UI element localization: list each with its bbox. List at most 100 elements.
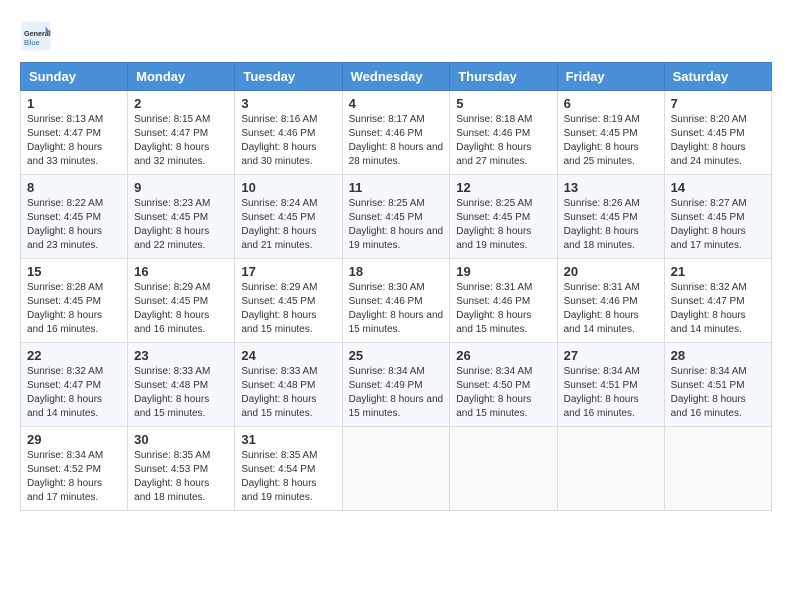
calendar-cell [664, 427, 771, 511]
day-number: 12 [456, 180, 550, 195]
calendar-cell: 28 Sunrise: 8:34 AM Sunset: 4:51 PM Dayl… [664, 343, 771, 427]
day-number: 10 [241, 180, 335, 195]
calendar-cell: 27 Sunrise: 8:34 AM Sunset: 4:51 PM Dayl… [557, 343, 664, 427]
day-number: 4 [349, 96, 444, 111]
day-number: 2 [134, 96, 228, 111]
day-info: Sunrise: 8:34 AM Sunset: 4:52 PM Dayligh… [27, 449, 121, 505]
day-number: 15 [27, 264, 121, 279]
day-number: 9 [134, 180, 228, 195]
calendar-cell: 9 Sunrise: 8:23 AM Sunset: 4:45 PM Dayli… [128, 175, 235, 259]
calendar-cell: 1 Sunrise: 8:13 AM Sunset: 4:47 PM Dayli… [21, 91, 128, 175]
day-info: Sunrise: 8:31 AM Sunset: 4:46 PM Dayligh… [456, 281, 550, 337]
day-info: Sunrise: 8:35 AM Sunset: 4:54 PM Dayligh… [241, 449, 335, 505]
calendar-week-1: 1 Sunrise: 8:13 AM Sunset: 4:47 PM Dayli… [21, 91, 772, 175]
day-info: Sunrise: 8:25 AM Sunset: 4:45 PM Dayligh… [349, 197, 444, 253]
day-number: 22 [27, 348, 121, 363]
calendar-cell [450, 427, 557, 511]
day-info: Sunrise: 8:34 AM Sunset: 4:51 PM Dayligh… [564, 365, 658, 421]
calendar: SundayMondayTuesdayWednesdayThursdayFrid… [20, 62, 772, 511]
day-number: 25 [349, 348, 444, 363]
calendar-cell: 10 Sunrise: 8:24 AM Sunset: 4:45 PM Dayl… [235, 175, 342, 259]
calendar-cell: 29 Sunrise: 8:34 AM Sunset: 4:52 PM Dayl… [21, 427, 128, 511]
day-info: Sunrise: 8:26 AM Sunset: 4:45 PM Dayligh… [564, 197, 658, 253]
day-info: Sunrise: 8:34 AM Sunset: 4:51 PM Dayligh… [671, 365, 765, 421]
calendar-cell: 25 Sunrise: 8:34 AM Sunset: 4:49 PM Dayl… [342, 343, 450, 427]
day-info: Sunrise: 8:23 AM Sunset: 4:45 PM Dayligh… [134, 197, 228, 253]
day-info: Sunrise: 8:29 AM Sunset: 4:45 PM Dayligh… [241, 281, 335, 337]
day-info: Sunrise: 8:25 AM Sunset: 4:45 PM Dayligh… [456, 197, 550, 253]
day-number: 24 [241, 348, 335, 363]
day-number: 16 [134, 264, 228, 279]
calendar-cell: 22 Sunrise: 8:32 AM Sunset: 4:47 PM Dayl… [21, 343, 128, 427]
calendar-header-row: SundayMondayTuesdayWednesdayThursdayFrid… [21, 63, 772, 91]
day-info: Sunrise: 8:34 AM Sunset: 4:49 PM Dayligh… [349, 365, 444, 421]
calendar-cell: 5 Sunrise: 8:18 AM Sunset: 4:46 PM Dayli… [450, 91, 557, 175]
header-tuesday: Tuesday [235, 63, 342, 91]
day-info: Sunrise: 8:20 AM Sunset: 4:45 PM Dayligh… [671, 113, 765, 169]
header-sunday: Sunday [21, 63, 128, 91]
day-info: Sunrise: 8:19 AM Sunset: 4:45 PM Dayligh… [564, 113, 658, 169]
day-info: Sunrise: 8:15 AM Sunset: 4:47 PM Dayligh… [134, 113, 228, 169]
calendar-cell [557, 427, 664, 511]
day-number: 30 [134, 432, 228, 447]
day-number: 11 [349, 180, 444, 195]
day-number: 28 [671, 348, 765, 363]
header-friday: Friday [557, 63, 664, 91]
calendar-cell: 31 Sunrise: 8:35 AM Sunset: 4:54 PM Dayl… [235, 427, 342, 511]
day-info: Sunrise: 8:29 AM Sunset: 4:45 PM Dayligh… [134, 281, 228, 337]
calendar-cell: 4 Sunrise: 8:17 AM Sunset: 4:46 PM Dayli… [342, 91, 450, 175]
day-info: Sunrise: 8:32 AM Sunset: 4:47 PM Dayligh… [671, 281, 765, 337]
svg-text:Blue: Blue [24, 38, 40, 47]
day-number: 27 [564, 348, 658, 363]
day-info: Sunrise: 8:33 AM Sunset: 4:48 PM Dayligh… [241, 365, 335, 421]
day-number: 17 [241, 264, 335, 279]
day-info: Sunrise: 8:32 AM Sunset: 4:47 PM Dayligh… [27, 365, 121, 421]
day-info: Sunrise: 8:34 AM Sunset: 4:50 PM Dayligh… [456, 365, 550, 421]
day-info: Sunrise: 8:33 AM Sunset: 4:48 PM Dayligh… [134, 365, 228, 421]
day-info: Sunrise: 8:28 AM Sunset: 4:45 PM Dayligh… [27, 281, 121, 337]
day-number: 26 [456, 348, 550, 363]
day-number: 8 [27, 180, 121, 195]
header-monday: Monday [128, 63, 235, 91]
calendar-cell: 12 Sunrise: 8:25 AM Sunset: 4:45 PM Dayl… [450, 175, 557, 259]
calendar-cell: 16 Sunrise: 8:29 AM Sunset: 4:45 PM Dayl… [128, 259, 235, 343]
day-number: 3 [241, 96, 335, 111]
calendar-cell: 13 Sunrise: 8:26 AM Sunset: 4:45 PM Dayl… [557, 175, 664, 259]
day-info: Sunrise: 8:13 AM Sunset: 4:47 PM Dayligh… [27, 113, 121, 169]
day-number: 18 [349, 264, 444, 279]
calendar-week-3: 15 Sunrise: 8:28 AM Sunset: 4:45 PM Dayl… [21, 259, 772, 343]
calendar-cell: 7 Sunrise: 8:20 AM Sunset: 4:45 PM Dayli… [664, 91, 771, 175]
header: General Blue [20, 20, 772, 52]
calendar-cell: 3 Sunrise: 8:16 AM Sunset: 4:46 PM Dayli… [235, 91, 342, 175]
calendar-week-4: 22 Sunrise: 8:32 AM Sunset: 4:47 PM Dayl… [21, 343, 772, 427]
day-number: 21 [671, 264, 765, 279]
calendar-cell: 26 Sunrise: 8:34 AM Sunset: 4:50 PM Dayl… [450, 343, 557, 427]
calendar-week-5: 29 Sunrise: 8:34 AM Sunset: 4:52 PM Dayl… [21, 427, 772, 511]
day-info: Sunrise: 8:22 AM Sunset: 4:45 PM Dayligh… [27, 197, 121, 253]
day-number: 29 [27, 432, 121, 447]
day-number: 1 [27, 96, 121, 111]
day-info: Sunrise: 8:24 AM Sunset: 4:45 PM Dayligh… [241, 197, 335, 253]
day-number: 13 [564, 180, 658, 195]
calendar-cell: 14 Sunrise: 8:27 AM Sunset: 4:45 PM Dayl… [664, 175, 771, 259]
header-wednesday: Wednesday [342, 63, 450, 91]
day-number: 7 [671, 96, 765, 111]
day-number: 23 [134, 348, 228, 363]
calendar-cell: 18 Sunrise: 8:30 AM Sunset: 4:46 PM Dayl… [342, 259, 450, 343]
header-thursday: Thursday [450, 63, 557, 91]
calendar-cell [342, 427, 450, 511]
day-info: Sunrise: 8:27 AM Sunset: 4:45 PM Dayligh… [671, 197, 765, 253]
day-info: Sunrise: 8:35 AM Sunset: 4:53 PM Dayligh… [134, 449, 228, 505]
day-info: Sunrise: 8:30 AM Sunset: 4:46 PM Dayligh… [349, 281, 444, 337]
header-saturday: Saturday [664, 63, 771, 91]
calendar-cell: 20 Sunrise: 8:31 AM Sunset: 4:46 PM Dayl… [557, 259, 664, 343]
calendar-cell: 6 Sunrise: 8:19 AM Sunset: 4:45 PM Dayli… [557, 91, 664, 175]
calendar-cell: 21 Sunrise: 8:32 AM Sunset: 4:47 PM Dayl… [664, 259, 771, 343]
calendar-cell: 23 Sunrise: 8:33 AM Sunset: 4:48 PM Dayl… [128, 343, 235, 427]
day-info: Sunrise: 8:18 AM Sunset: 4:46 PM Dayligh… [456, 113, 550, 169]
day-number: 6 [564, 96, 658, 111]
day-info: Sunrise: 8:17 AM Sunset: 4:46 PM Dayligh… [349, 113, 444, 169]
calendar-cell: 8 Sunrise: 8:22 AM Sunset: 4:45 PM Dayli… [21, 175, 128, 259]
day-info: Sunrise: 8:31 AM Sunset: 4:46 PM Dayligh… [564, 281, 658, 337]
logo: General Blue [20, 20, 56, 52]
